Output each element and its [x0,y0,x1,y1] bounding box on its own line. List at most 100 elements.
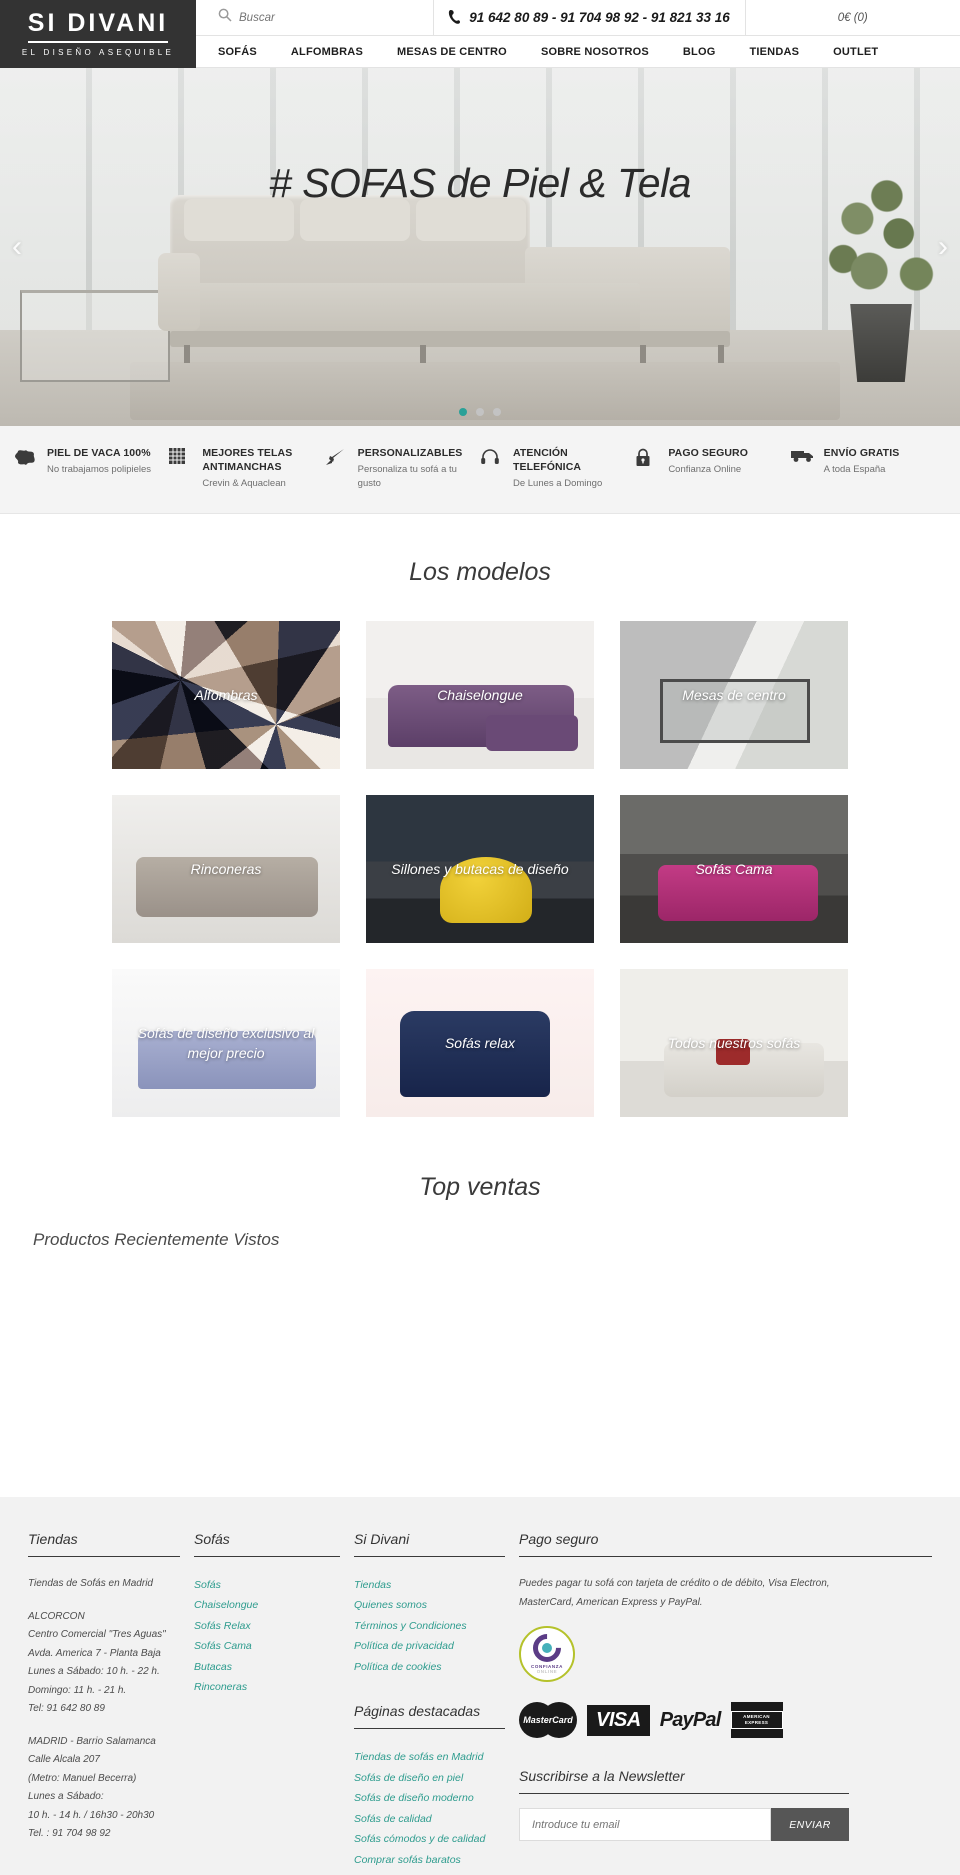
search-box[interactable] [196,0,434,35]
footer-link-butacas[interactable]: Butacas [194,1657,354,1677]
hero-dot-3[interactable] [493,408,501,416]
footer-heading-sidivani: Si Divani [354,1531,505,1557]
footer-link-privacidad[interactable]: Política de privacidad [354,1636,519,1656]
footer-column-sidivani: Si Divani Tiendas Quienes somos Términos… [354,1531,519,1875]
brush-icon [325,446,347,491]
card-label: Mesas de centro [682,686,786,703]
hero-dot-1[interactable] [459,408,467,416]
header-phone[interactable]: 91 642 80 89 - 91 704 98 92 - 91 821 33 … [434,0,746,35]
footer-link-sofas-diseno-baratos[interactable]: Sofás de diseño baratos [354,1870,519,1875]
footer-heading-pago-seguro: Pago seguro [519,1531,932,1557]
logo-tagline: EL DISEÑO ASEQUIBLE [21,48,175,57]
feature-sub: No trabajamos polipieles [47,464,152,476]
lock-icon [635,446,657,491]
visa-logo: VISA [587,1704,650,1736]
site-header: SI DIVANI EL DISEÑO ASEQUIBLE 91 642 80 … [0,0,960,68]
main-nav: SOFÁS ALFOMBRAS MESAS DE CENTRO SOBRE NO… [196,36,960,67]
search-input[interactable] [239,11,419,24]
footer-link-sofas-cama[interactable]: Sofás Cama [194,1636,354,1656]
nav-item-tiendas[interactable]: TIENDAS [749,46,799,58]
cart-summary[interactable]: 0€ (0) [746,0,960,35]
mastercard-logo: MasterCard [519,1702,577,1738]
hero-sofa [158,195,730,380]
nav-item-sofas[interactable]: SOFÁS [218,46,257,58]
card-label: Chaiselongue [437,686,523,703]
truck-icon [790,446,813,491]
footer-tiendas-intro: Tiendas de Sofás en Madrid [28,1578,153,1589]
nav-item-outlet[interactable]: OUTLET [833,46,878,58]
footer-link-sofas-diseno-moderno[interactable]: Sofás de diseño moderno [354,1788,519,1808]
logo-title: SI DIVANI [27,11,169,43]
models-section-title: Los modelos [409,558,551,587]
feature-title: PERSONALIZABLES [357,447,463,459]
feature-telas-antimanchas: MEJORES TELAS ANTIMANCHAS Crevin & Aquac… [169,446,324,491]
model-card-mesas-de-centro[interactable]: Mesas de centro [620,621,848,770]
feature-title: ATENCIÓN TELEFÓNICA [512,447,582,474]
newsletter-email-input[interactable] [519,1808,771,1841]
card-label: Sillones y butacas de diseño [391,860,569,877]
cowhide-icon [14,446,36,491]
phone-number: 91 642 80 89 - 91 704 98 92 - 91 821 33 … [469,10,730,25]
model-card-chaiselongue[interactable]: Chaiselongue [366,621,594,770]
hero-next-arrow[interactable]: › [938,230,948,264]
header-utility-bar: 91 642 80 89 - 91 704 98 92 - 91 821 33 … [196,0,960,36]
model-card-sofas-relax[interactable]: Sofás relax [366,969,594,1118]
top-ventas-title: Top ventas [419,1173,541,1202]
model-card-todos-sofas[interactable]: Todos nuestros sofás [620,969,848,1118]
search-icon [218,8,232,27]
footer-link-sofas-relax[interactable]: Sofás Relax [194,1616,354,1636]
feature-sub: Crevin & Aquaclean [202,478,286,490]
recently-viewed-title: Productos Recientemente Vistos [33,1230,280,1250]
newsletter-submit-button[interactable]: ENVIAR [771,1808,849,1841]
footer-store-alcorcon: ALCORCON Centro Comercial "Tres Aguas" A… [28,1610,166,1715]
model-card-rinconeras[interactable]: Rinconeras [112,795,340,944]
feature-envio-gratis: ENVÍO GRATIS A toda España [790,446,946,491]
model-card-diseno-exclusivo[interactable]: Sofás de diseño exclusivo al mejor preci… [112,969,340,1118]
card-label: Todos nuestros sofás [667,1034,801,1051]
nav-item-sobre-nosotros[interactable]: SOBRE NOSOTROS [541,46,649,58]
footer-link-sofas-comodos[interactable]: Sofás cómodos y de calidad [354,1829,519,1849]
footer-link-cookies[interactable]: Política de cookies [354,1657,519,1677]
amex-logo: AMERICAN EXPRESS [730,1702,783,1738]
footer-link-comprar-sofas-baratos[interactable]: Comprar sofás baratos [354,1850,519,1870]
hero-slider: # SOFAS de Piel & Tela ‹ › [0,68,960,426]
footer-pago-text: Puedes pagar tu sofá con tarjeta de créd… [519,1578,830,1608]
footer-link-sofas[interactable]: Sofás [194,1575,354,1595]
phone-icon [448,9,461,27]
footer-link-chaiselongue[interactable]: Chaiselongue [194,1595,354,1615]
card-label: Sofás de diseño exclusivo al mejor preci… [137,1024,315,1062]
footer-link-sofas-diseno-piel[interactable]: Sofás de diseño en piel [354,1768,519,1788]
feature-title: PIEL DE VACA 100% [47,447,151,459]
amex-label: AMERICAN EXPRESS [730,1711,783,1729]
hero-dot-2[interactable] [476,408,484,416]
feature-personalizables: PERSONALIZABLES Personaliza tu sofá a tu… [325,446,480,491]
nav-item-mesas-de-centro[interactable]: MESAS DE CENTRO [397,46,507,58]
footer-link-tiendas[interactable]: Tiendas [354,1575,519,1595]
feature-sub: De Lunes a Domingo [512,478,603,490]
site-logo[interactable]: SI DIVANI EL DISEÑO ASEQUIBLE [0,0,196,68]
nav-item-blog[interactable]: BLOG [683,46,716,58]
footer-link-quienes-somos[interactable]: Quienes somos [354,1595,519,1615]
feature-sub: Personaliza tu sofá a tu gusto [357,464,457,489]
hero-prev-arrow[interactable]: ‹ [12,230,22,264]
feature-title: MEJORES TELAS ANTIMANCHAS [202,447,293,474]
footer-link-sofas-calidad[interactable]: Sofás de calidad [354,1809,519,1829]
model-card-sofas-cama[interactable]: Sofás Cama [620,795,848,944]
payment-logos: MasterCard VISA PayPal AMERICAN EXPRESS [519,1702,932,1738]
nav-item-alfombras[interactable]: ALFOMBRAS [291,46,363,58]
hero-title: # SOFAS de Piel & Tela [268,160,692,206]
site-footer: Tiendas Tiendas de Sofás en Madrid ALCOR… [0,1497,960,1875]
footer-link-terminos[interactable]: Términos y Condiciones [354,1616,519,1636]
feature-pago-seguro: PAGO SEGURO Confianza Online [635,446,790,491]
feature-sub: A toda España [823,464,886,476]
header-right: 91 642 80 89 - 91 704 98 92 - 91 821 33 … [196,0,960,67]
model-card-sillones-butacas[interactable]: Sillones y butacas de diseño [366,795,594,944]
feature-piel-de-vaca: PIEL DE VACA 100% No trabajamos polipiel… [14,446,169,491]
newsletter-block: Suscribirse a la Newsletter ENVIAR [519,1768,849,1841]
footer-link-rinconeras[interactable]: Rinconeras [194,1677,354,1697]
page-root: SI DIVANI EL DISEÑO ASEQUIBLE 91 642 80 … [0,0,960,1875]
footer-link-tiendas-sofas-madrid[interactable]: Tiendas de sofás en Madrid [354,1747,519,1767]
footer-heading-paginas-destacadas: Páginas destacadas [354,1703,505,1730]
model-card-alfombras[interactable]: Alfombras [112,621,340,770]
footer-heading-tiendas: Tiendas [28,1531,180,1557]
